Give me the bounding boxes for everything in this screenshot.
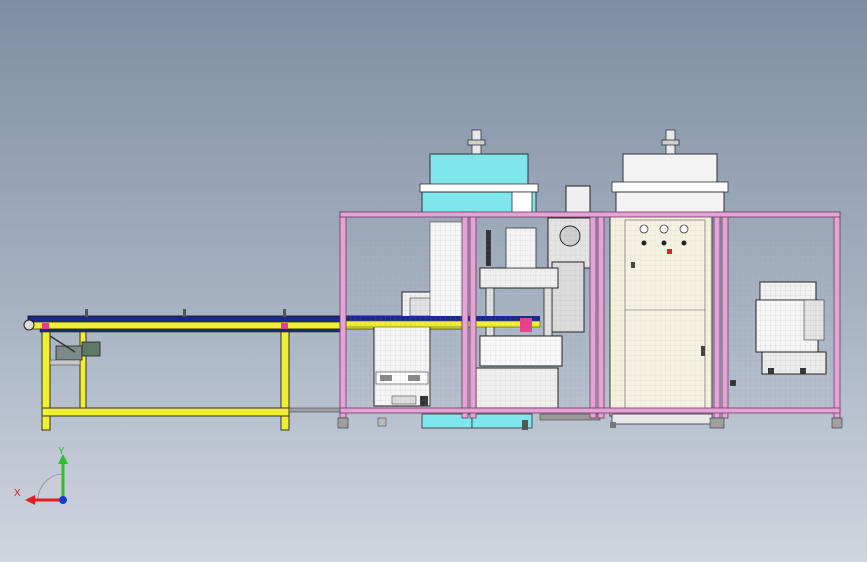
right-machine-top <box>611 129 729 217</box>
conveyor-belt-return <box>39 328 341 333</box>
conveyor-link-rail <box>288 407 342 413</box>
conveyor-post <box>283 309 286 317</box>
x-axis-label: X <box>14 488 21 499</box>
left-machine-top <box>419 129 539 217</box>
safety-guard <box>337 211 843 429</box>
conveyor-post <box>85 309 88 317</box>
z-axis-dot-icon <box>59 496 67 504</box>
conveyor-marker <box>42 323 49 329</box>
triad-plane-icon <box>37 473 64 501</box>
conveyor-marker <box>281 323 288 329</box>
coordinate-triad[interactable]: Y X <box>14 446 68 505</box>
conveyor-gearbox <box>81 341 101 357</box>
conveyor-post <box>183 309 186 317</box>
cad-viewport[interactable]: Y X <box>0 0 867 562</box>
x-arrowhead-icon <box>25 495 35 505</box>
conveyor-end-roller <box>23 319 35 331</box>
conveyor-bottom-rail <box>41 407 290 417</box>
y-axis-label: Y <box>58 446 65 457</box>
